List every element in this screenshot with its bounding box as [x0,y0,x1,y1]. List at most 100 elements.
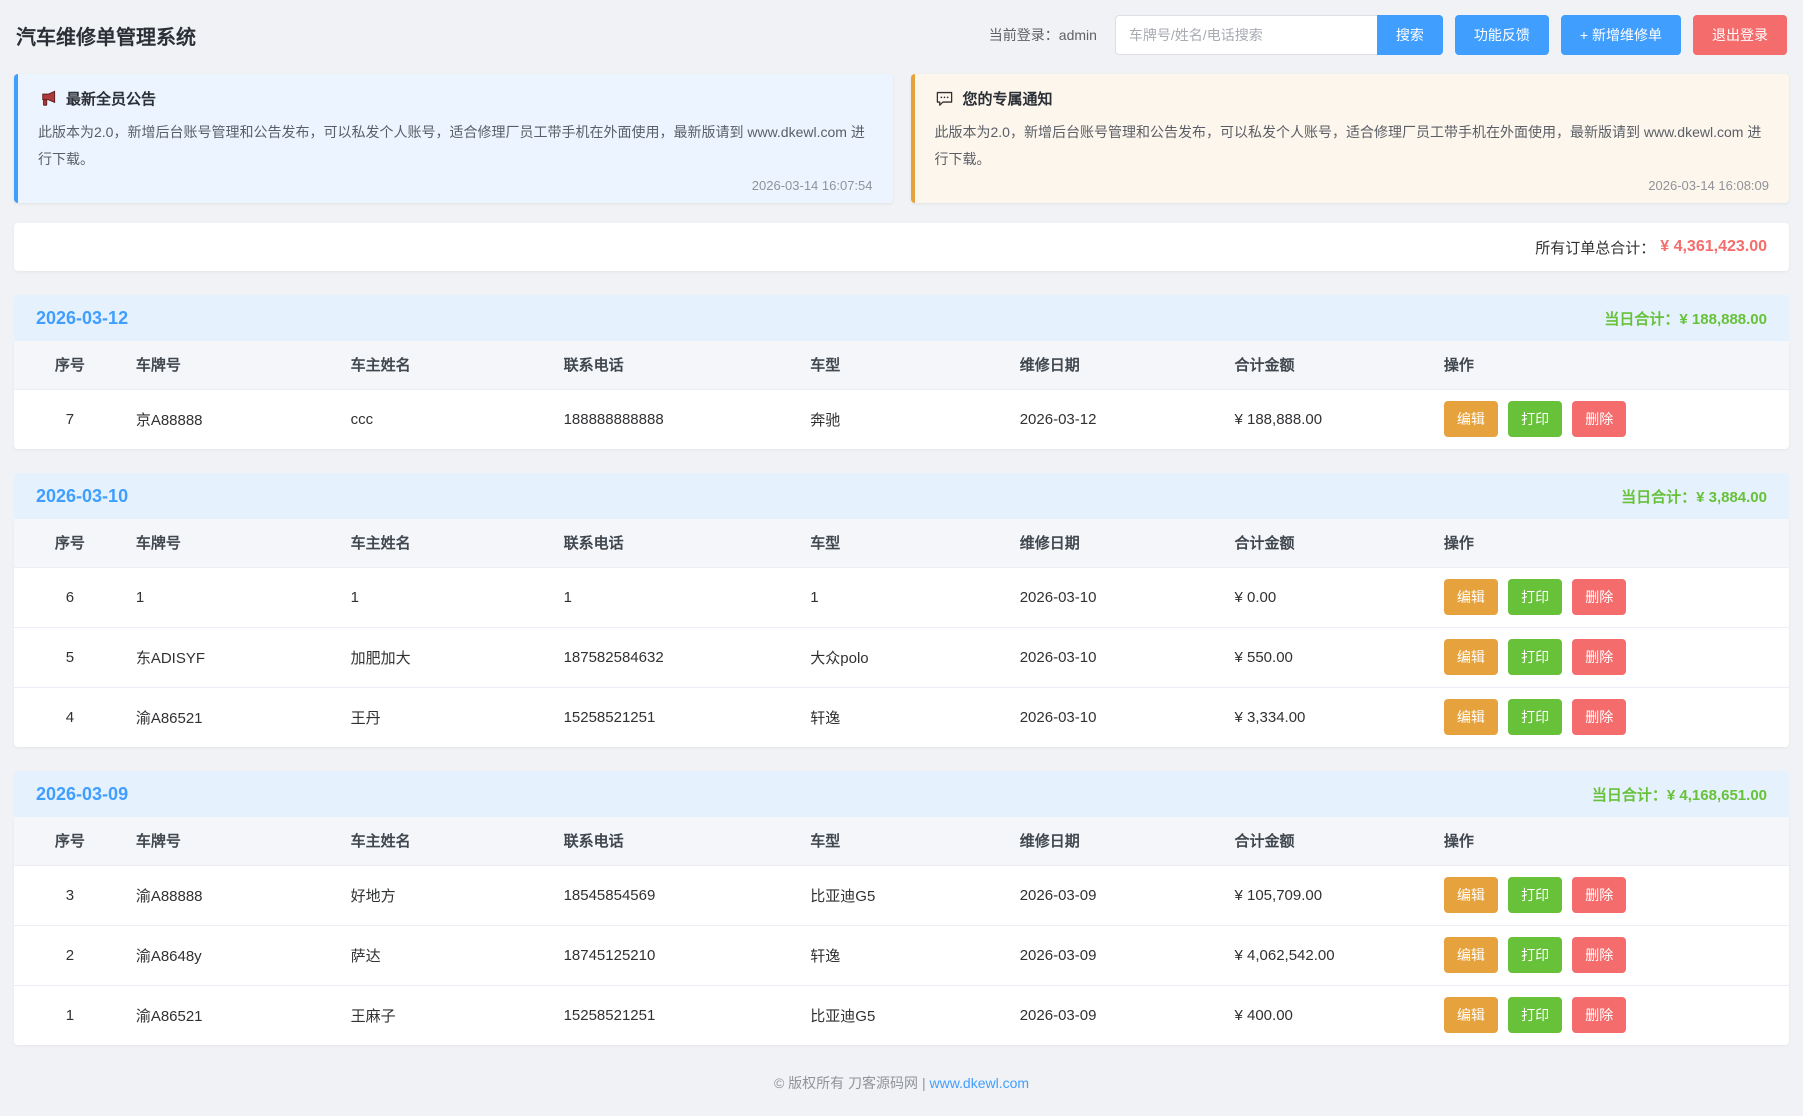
daily-total-amount: ¥ 4,168,651.00 [1667,787,1767,804]
announcement-card: 最新全员公告 此版本为2.0，新增后台账号管理和公告发布，可以私发个人账号，适合… [14,74,893,203]
print-button[interactable]: 打印 [1508,877,1562,913]
cell-plate-number: 渝A8648y [126,925,341,985]
announcement-title: 最新全员公告 [66,88,156,109]
row-actions: 编辑 打印 删除 [1434,865,1789,925]
footer: © 版权所有 刀客源码网 | www.dkewl.com [14,1073,1789,1115]
orders-table-card: 序号车牌号车主姓名联系电话车型维修日期合计金额操作 6 1 1 1 1 2026… [14,519,1789,747]
daily-total-amount: ¥ 188,888.00 [1679,311,1767,328]
column-header: 合计金额 [1224,817,1433,865]
feedback-button[interactable]: 功能反馈 [1455,15,1549,55]
announcement-body: 此版本为2.0，新增后台账号管理和公告发布，可以私发个人账号，适合修理厂员工带手… [38,119,873,172]
personal-notice-title: 您的专属通知 [963,88,1053,109]
table-row: 5 东ADISYF 加肥加大 187582584632 大众polo 2026-… [14,627,1789,687]
edit-button[interactable]: 编辑 [1444,997,1498,1033]
row-actions: 编辑 打印 删除 [1434,567,1789,627]
cell-car-model: 1 [800,567,1009,627]
cell-car-model: 比亚迪G5 [800,985,1009,1045]
cell-car-model: 轩逸 [800,687,1009,747]
delete-button[interactable]: 删除 [1572,997,1626,1033]
cell-total-amount: ¥ 400.00 [1224,985,1433,1045]
column-header: 联系电话 [554,341,801,389]
delete-button[interactable]: 删除 [1572,699,1626,735]
cell-car-model: 大众polo [800,627,1009,687]
add-repair-order-button[interactable]: + 新增维修单 [1561,15,1681,55]
delete-button[interactable]: 删除 [1572,937,1626,973]
cell-index: 4 [14,687,126,747]
print-button[interactable]: 打印 [1508,639,1562,675]
announcement-title-row: 最新全员公告 [38,88,873,109]
print-button[interactable]: 打印 [1508,401,1562,437]
login-user: admin [1059,27,1097,43]
delete-button[interactable]: 删除 [1572,877,1626,913]
table-header-row: 序号车牌号车主姓名联系电话车型维修日期合计金额操作 [14,341,1789,389]
cell-total-amount: ¥ 4,062,542.00 [1224,925,1433,985]
cell-repair-date: 2026-03-09 [1010,925,1225,985]
login-label: 当前登录： [989,27,1059,43]
daily-total: 当日合计：¥ 3,884.00 [1621,486,1767,507]
column-header: 序号 [14,519,126,567]
footer-link[interactable]: www.dkewl.com [929,1075,1029,1091]
cell-phone: 15258521251 [554,687,801,747]
edit-button[interactable]: 编辑 [1444,639,1498,675]
cell-phone: 1 [554,567,801,627]
orders-table: 序号车牌号车主姓名联系电话车型维修日期合计金额操作 3 渝A88888 好地方 … [14,817,1789,1045]
print-button[interactable]: 打印 [1508,699,1562,735]
edit-button[interactable]: 编辑 [1444,877,1498,913]
cell-phone: 15258521251 [554,985,801,1045]
cell-index: 2 [14,925,126,985]
column-header: 车牌号 [126,817,341,865]
delete-button[interactable]: 删除 [1572,401,1626,437]
column-header: 联系电话 [554,519,801,567]
cell-repair-date: 2026-03-09 [1010,985,1225,1045]
daily-total-label: 当日合计： [1592,787,1667,804]
search-button[interactable]: 搜索 [1377,15,1443,55]
edit-button[interactable]: 编辑 [1444,699,1498,735]
search-input[interactable] [1115,15,1377,55]
cell-repair-date: 2026-03-10 [1010,627,1225,687]
personal-notice-timestamp: 2026-03-14 16:08:09 [935,178,1770,193]
personal-notice-card: 您的专属通知 此版本为2.0，新增后台账号管理和公告发布，可以私发个人账号，适合… [911,74,1790,203]
print-button[interactable]: 打印 [1508,997,1562,1033]
print-button[interactable]: 打印 [1508,579,1562,615]
cell-index: 3 [14,865,126,925]
print-button[interactable]: 打印 [1508,937,1562,973]
edit-button[interactable]: 编辑 [1444,937,1498,973]
cell-plate-number: 1 [126,567,341,627]
announcement-timestamp: 2026-03-14 16:07:54 [38,178,873,193]
column-header: 维修日期 [1010,341,1225,389]
section-date: 2026-03-09 [36,784,128,805]
column-header: 合计金额 [1224,519,1433,567]
edit-button[interactable]: 编辑 [1444,579,1498,615]
cell-index: 5 [14,627,126,687]
cell-total-amount: ¥ 188,888.00 [1224,389,1433,449]
daily-total: 当日合计：¥ 4,168,651.00 [1592,784,1767,805]
cell-total-amount: ¥ 105,709.00 [1224,865,1433,925]
cell-phone: 18545854569 [554,865,801,925]
cell-index: 6 [14,567,126,627]
daily-total: 当日合计：¥ 188,888.00 [1604,308,1767,329]
cell-phone: 187582584632 [554,627,801,687]
column-header: 车主姓名 [341,817,554,865]
cell-owner-name: 好地方 [341,865,554,925]
daily-total-label: 当日合计： [1604,311,1679,328]
row-actions: 编辑 打印 删除 [1434,627,1789,687]
cell-owner-name: 加肥加大 [341,627,554,687]
daily-total-label: 当日合计： [1621,489,1696,506]
delete-button[interactable]: 删除 [1572,639,1626,675]
logout-button[interactable]: 退出登录 [1693,15,1787,55]
delete-button[interactable]: 删除 [1572,579,1626,615]
column-header: 操作 [1434,519,1789,567]
row-actions: 编辑 打印 删除 [1434,985,1789,1045]
column-header: 维修日期 [1010,817,1225,865]
cell-index: 7 [14,389,126,449]
personal-notice-title-row: 您的专属通知 [935,88,1770,109]
edit-button[interactable]: 编辑 [1444,401,1498,437]
section-date: 2026-03-10 [36,486,128,507]
cell-index: 1 [14,985,126,1045]
day-header: 2026-03-09 当日合计：¥ 4,168,651.00 [14,771,1789,817]
table-row: 2 渝A8648y 萨达 18745125210 轩逸 2026-03-09 ¥… [14,925,1789,985]
column-header: 车牌号 [126,519,341,567]
table-row: 7 京A88888 ccc 188888888888 奔驰 2026-03-12… [14,389,1789,449]
orders-total-bar: 所有订单总合计： ¥ 4,361,423.00 [14,223,1789,271]
cell-total-amount: ¥ 550.00 [1224,627,1433,687]
